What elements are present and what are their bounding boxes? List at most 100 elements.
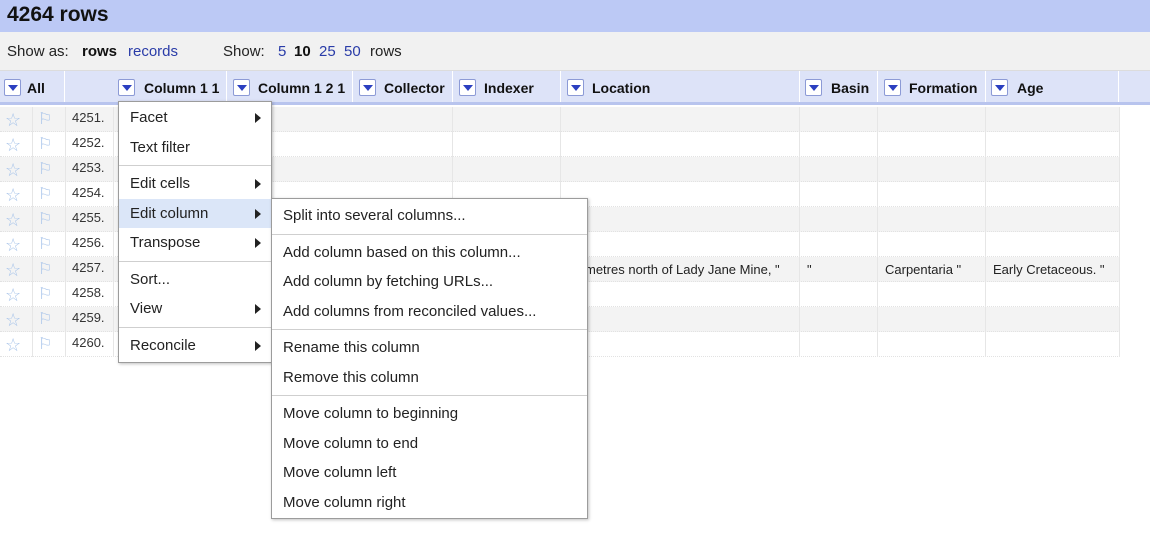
indexer-cell[interactable] bbox=[453, 107, 561, 132]
row-number-cell bbox=[66, 107, 114, 132]
menu-item-move-left[interactable]: Move column left bbox=[272, 458, 587, 488]
formation-cell[interactable] bbox=[878, 182, 986, 207]
column-header-column-1-2-1[interactable]: Column 1 2 1 bbox=[227, 71, 353, 102]
age-cell[interactable] bbox=[986, 107, 1120, 132]
menu-item-reconcile[interactable]: Reconcile bbox=[119, 331, 271, 361]
basin-cell[interactable] bbox=[800, 232, 878, 257]
location-cell[interactable] bbox=[561, 232, 800, 257]
formation-cell[interactable] bbox=[878, 332, 986, 357]
menu-item-edit-cells[interactable]: Edit cells bbox=[119, 169, 271, 199]
menu-item-transpose[interactable]: Transpose bbox=[119, 228, 271, 258]
age-cell[interactable] bbox=[986, 332, 1120, 357]
menu-item-label: Add column based on this column... bbox=[283, 243, 521, 261]
basin-cell[interactable] bbox=[800, 307, 878, 332]
menu-item-label: Transpose bbox=[130, 234, 201, 251]
basin-cell[interactable] bbox=[800, 157, 878, 182]
age-cell[interactable]: Early Cretaceous. " bbox=[986, 257, 1120, 282]
basin-cell[interactable] bbox=[800, 182, 878, 207]
menu-item-view[interactable]: View bbox=[119, 294, 271, 324]
dropdown-arrow-icon[interactable] bbox=[359, 79, 376, 96]
basin-cell[interactable] bbox=[800, 332, 878, 357]
menu-item-move-end[interactable]: Move column to end bbox=[272, 429, 587, 459]
menu-item-move-beginning[interactable]: Move column to beginning bbox=[272, 399, 587, 429]
menu-item-label: Move column to beginning bbox=[283, 405, 459, 422]
age-cell[interactable] bbox=[986, 132, 1120, 157]
column-header-basin[interactable]: Basin bbox=[800, 71, 878, 102]
age-cell[interactable] bbox=[986, 207, 1120, 232]
row-number-cell bbox=[66, 282, 114, 307]
menu-separator bbox=[272, 329, 587, 330]
menu-item-move-right[interactable]: Move column right bbox=[272, 488, 587, 518]
location-cell[interactable] bbox=[561, 207, 800, 232]
column-header-age[interactable]: Age bbox=[986, 71, 1119, 102]
dropdown-arrow-icon[interactable] bbox=[459, 79, 476, 96]
basin-cell[interactable] bbox=[800, 282, 878, 307]
page-size-5-link[interactable]: 5 bbox=[278, 43, 286, 60]
dropdown-arrow-icon[interactable] bbox=[567, 79, 584, 96]
menu-item-add-column-based[interactable]: Add column based on this column... bbox=[272, 238, 587, 268]
menu-item-split-columns[interactable]: Split into several columns... bbox=[272, 201, 587, 231]
location-cell[interactable] bbox=[561, 282, 800, 307]
star-cell bbox=[0, 107, 33, 132]
formation-cell[interactable] bbox=[878, 132, 986, 157]
dropdown-arrow-icon[interactable] bbox=[233, 79, 250, 96]
indexer-cell[interactable] bbox=[453, 157, 561, 182]
dropdown-arrow-icon[interactable] bbox=[4, 79, 21, 96]
formation-cell[interactable] bbox=[878, 207, 986, 232]
collector-cell[interactable] bbox=[353, 132, 453, 157]
location-cell[interactable] bbox=[561, 307, 800, 332]
menu-item-text-filter[interactable]: Text filter bbox=[119, 133, 271, 163]
formation-cell[interactable] bbox=[878, 157, 986, 182]
dropdown-arrow-icon[interactable] bbox=[118, 79, 135, 96]
column-header-indexer[interactable]: Indexer bbox=[453, 71, 561, 102]
age-cell[interactable] bbox=[986, 282, 1120, 307]
basin-cell[interactable] bbox=[800, 207, 878, 232]
column-header-collector[interactable]: Collector bbox=[353, 71, 453, 102]
location-cell[interactable] bbox=[561, 107, 800, 132]
page-size-25-link[interactable]: 25 bbox=[319, 43, 336, 60]
dropdown-arrow-icon[interactable] bbox=[884, 79, 901, 96]
flag-cell bbox=[33, 182, 66, 207]
flag-cell bbox=[33, 282, 66, 307]
basin-cell[interactable]: " bbox=[800, 257, 878, 282]
age-cell[interactable] bbox=[986, 232, 1120, 257]
menu-item-edit-column[interactable]: Edit column bbox=[119, 198, 271, 228]
column-header-column-1-1[interactable]: Column 1 1 bbox=[114, 71, 227, 102]
location-cell[interactable] bbox=[561, 182, 800, 207]
indexer-cell[interactable] bbox=[453, 132, 561, 157]
formation-cell[interactable] bbox=[878, 307, 986, 332]
column-context-menu: Facet Text filter Edit cells Edit column… bbox=[118, 101, 272, 363]
flag-cell bbox=[33, 332, 66, 357]
dropdown-arrow-icon[interactable] bbox=[991, 79, 1008, 96]
location-cell[interactable] bbox=[561, 132, 800, 157]
column-header-formation[interactable]: Formation bbox=[878, 71, 986, 102]
formation-cell[interactable]: Carpentaria " bbox=[878, 257, 986, 282]
menu-item-facet[interactable]: Facet bbox=[119, 103, 271, 133]
age-cell[interactable] bbox=[986, 307, 1120, 332]
formation-cell[interactable] bbox=[878, 107, 986, 132]
age-cell[interactable] bbox=[986, 157, 1120, 182]
location-cell[interactable] bbox=[561, 157, 800, 182]
age-cell[interactable] bbox=[986, 182, 1120, 207]
menu-item-rename-column[interactable]: Rename this column bbox=[272, 333, 587, 363]
formation-cell[interactable] bbox=[878, 282, 986, 307]
records-mode-link[interactable]: records bbox=[128, 43, 178, 60]
menu-item-sort[interactable]: Sort... bbox=[119, 265, 271, 295]
basin-cell[interactable] bbox=[800, 132, 878, 157]
menu-item-add-column-fetch-urls[interactable]: Add column by fetching URLs... bbox=[272, 267, 587, 297]
menu-item-remove-column[interactable]: Remove this column bbox=[272, 363, 587, 393]
column-header-location[interactable]: Location bbox=[561, 71, 800, 102]
collector-cell[interactable] bbox=[353, 107, 453, 132]
collector-cell[interactable] bbox=[353, 157, 453, 182]
location-cell[interactable] bbox=[561, 332, 800, 357]
dropdown-arrow-icon[interactable] bbox=[805, 79, 822, 96]
star-cell bbox=[0, 232, 33, 257]
page-size-50-link[interactable]: 50 bbox=[344, 43, 361, 60]
formation-cell[interactable] bbox=[878, 232, 986, 257]
menu-item-add-columns-reconciled[interactable]: Add columns from reconciled values... bbox=[272, 297, 587, 327]
location-cell[interactable]: metres north of Lady Jane Mine, " bbox=[561, 257, 800, 282]
column-header-all[interactable]: All bbox=[0, 71, 65, 102]
basin-cell[interactable] bbox=[800, 107, 878, 132]
row-number-cell bbox=[66, 307, 114, 332]
row-number-cell bbox=[66, 232, 114, 257]
